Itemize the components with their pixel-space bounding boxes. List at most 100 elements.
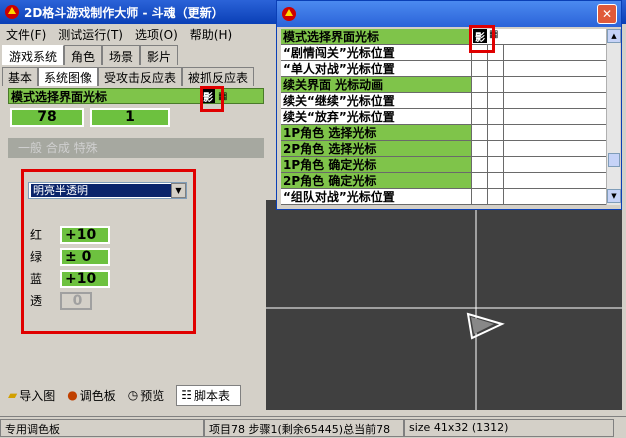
menu-file[interactable]: 文件(F) <box>0 26 52 43</box>
tab-movie[interactable]: 影片 <box>140 45 179 65</box>
green-label: 绿 <box>30 250 43 264</box>
red-label: 红 <box>30 228 43 242</box>
tab-grab-reaction[interactable]: 被抓反应表 <box>182 67 255 86</box>
cursor-list-row[interactable]: 模式选择界面光标影 ▦ <box>281 29 606 45</box>
cursor-list-cell <box>487 125 503 140</box>
cursor-list-row[interactable]: 2P角色 选择光标 <box>281 141 606 157</box>
clock-icon: ◷ <box>127 388 139 402</box>
float-title-bar: ✕ <box>277 1 621 27</box>
cursor-list-cell <box>503 77 519 92</box>
cursor-list-cell <box>471 109 487 124</box>
cursor-list-row[interactable]: 2P角色 确定光标 <box>281 173 606 189</box>
blue-label: 蓝 <box>30 272 43 286</box>
cursor-list-cell <box>471 173 487 188</box>
cursor-list-row[interactable]: “组队对战”光标位置 <box>281 189 606 205</box>
cursor-list-row[interactable]: 续关界面 光标动画 <box>281 77 606 93</box>
cursor-list-cell <box>487 77 503 92</box>
menu-options[interactable]: 选项(O) <box>129 26 184 43</box>
highlight-box-float <box>469 25 495 53</box>
cursor-list-cell <box>503 109 519 124</box>
cursor-list-row-label: 2P角色 选择光标 <box>281 141 471 156</box>
palette-button[interactable]: ● 调色板 <box>67 387 122 404</box>
menu-help[interactable]: 帮助(H) <box>184 26 238 43</box>
import-image-button[interactable]: ▰ 导入图 <box>8 387 61 404</box>
cursor-list-cell <box>503 157 519 172</box>
cursor-list-window: ✕ 模式选择界面光标影 ▦ “剧情闯关”光标位置 “单人对战”光标位置 续关界面 光标动… <box>276 0 622 210</box>
cursor-list-cell <box>503 141 519 156</box>
bottom-toolbar: ▰ 导入图 ● 调色板 ◷ 预览 ☷ 脚本表 <box>8 384 264 406</box>
cursor-list-cell <box>471 125 487 140</box>
cursor-list-row-label: 1P角色 选择光标 <box>281 125 471 140</box>
cursor-list-cell <box>503 45 519 60</box>
preview-canvas[interactable] <box>266 200 622 410</box>
cursor-list[interactable]: 模式选择界面光标影 ▦ “剧情闯关”光标位置 “单人对战”光标位置 续关界面 光标动画续… <box>281 29 606 205</box>
cursor-list-row[interactable]: 续关“放弃”光标位置 <box>281 109 606 125</box>
tab-scene[interactable]: 场景 <box>102 45 141 65</box>
cursor-list-cell <box>471 77 487 92</box>
cursor-sprite-fill <box>471 317 494 334</box>
cursor-list-row-label: “组队对战”光标位置 <box>281 189 471 204</box>
cursor-list-cell <box>471 141 487 156</box>
tab-character[interactable]: 角色 <box>64 45 103 65</box>
blue-value[interactable]: +10 <box>60 270 110 288</box>
import-image-label: 导入图 <box>19 388 56 403</box>
blend-mode-value: 明亮半透明 <box>31 184 171 197</box>
step-number[interactable]: 1 <box>90 108 170 127</box>
cursor-list-row-label: 1P角色 确定光标 <box>281 157 471 172</box>
tab-basic[interactable]: 基本 <box>2 67 39 86</box>
palette-label: 调色板 <box>79 388 116 403</box>
cursor-list-cell <box>503 93 519 108</box>
alpha-value: 0 <box>60 292 92 310</box>
blend-mode-select[interactable]: 明亮半透明 ▼ <box>28 182 187 199</box>
chevron-down-icon[interactable]: ▼ <box>171 183 186 198</box>
green-value[interactable]: ± 0 <box>60 248 110 266</box>
alpha-label: 透 <box>30 294 43 308</box>
cursor-list-row-label: “剧情闯关”光标位置 <box>281 45 471 60</box>
cursor-list-cell <box>471 61 487 76</box>
frame-number[interactable]: 78 <box>10 108 84 127</box>
cursor-list-row-label: 续关界面 光标动画 <box>281 77 471 92</box>
status-bar: 专用调色板 项目78 步骤1(剩余65445)总当前78 size 41x32 … <box>0 416 626 438</box>
script-table-button[interactable]: ☷ 脚本表 <box>176 384 242 406</box>
cursor-list-row-label: “单人对战”光标位置 <box>281 61 471 76</box>
cursor-list-cell <box>487 157 503 172</box>
cursor-list-cell <box>487 141 503 156</box>
main-tabs: 游戏系统 角色 场景 影片 <box>2 45 179 65</box>
cursor-list-row[interactable]: 1P角色 选择光标 <box>281 125 606 141</box>
cursor-list-row[interactable]: “单人对战”光标位置 <box>281 61 606 77</box>
scroll-down-button[interactable]: ▼ <box>607 189 621 203</box>
script-table-label: 脚本表 <box>194 388 231 403</box>
cursor-list-cell <box>487 173 503 188</box>
status-item-info: 项目78 步骤1(剩余65445)总当前78 <box>204 419 404 437</box>
cursor-list-row-label: 续关“继续”光标位置 <box>281 93 471 108</box>
cursor-list-cell <box>503 61 519 76</box>
scroll-thumb[interactable] <box>608 153 620 167</box>
cursor-list-row[interactable]: “剧情闯关”光标位置 <box>281 45 606 61</box>
tab-hit-reaction[interactable]: 受攻击反应表 <box>98 67 183 86</box>
blend-mode-section: 一般 合成 特殊 <box>8 138 264 158</box>
preview-button[interactable]: ◷ 预览 <box>128 387 171 404</box>
red-value[interactable]: +10 <box>60 226 110 244</box>
selected-item-label[interactable]: 模式选择界面光标 影 ▦ <box>8 88 264 104</box>
script-icon: ☷ <box>181 388 193 402</box>
app-icon <box>5 5 19 19</box>
vertical-scrollbar[interactable]: ▲ ▼ <box>606 29 621 205</box>
status-size: size 41x32 (1312) <box>404 419 614 437</box>
cursor-list-cell <box>487 93 503 108</box>
cursor-list-row-label: 续关“放弃”光标位置 <box>281 109 471 124</box>
palette-icon: ● <box>67 388 78 402</box>
tab-game-system[interactable]: 游戏系统 <box>2 45 65 65</box>
cursor-list-cell <box>487 189 503 204</box>
menu-test-run[interactable]: 测试运行(T) <box>52 26 129 43</box>
cursor-list-row[interactable]: 续关“继续”光标位置 <box>281 93 606 109</box>
folder-icon: ▰ <box>8 388 18 402</box>
cursor-list-row-label: 2P角色 确定光标 <box>281 173 471 188</box>
cursor-list-cell <box>503 173 519 188</box>
cursor-list-cell <box>487 109 503 124</box>
cursor-list-row[interactable]: 1P角色 确定光标 <box>281 157 606 173</box>
close-icon[interactable]: ✕ <box>597 4 617 24</box>
window-title: 2D格斗游戏制作大师 - 斗魂（更新） <box>24 5 224 20</box>
highlight-box-left <box>200 86 224 112</box>
tab-system-image[interactable]: 系统图像 <box>38 67 99 86</box>
scroll-up-button[interactable]: ▲ <box>607 29 621 43</box>
